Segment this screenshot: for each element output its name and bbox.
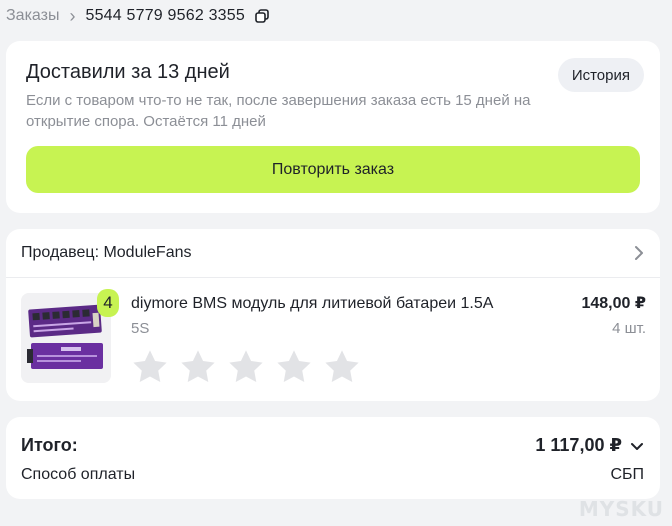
star-icon[interactable] <box>179 348 217 386</box>
product-variant: 5S <box>131 320 150 337</box>
chevron-down-icon[interactable] <box>630 439 644 457</box>
delivery-card: Доставили за 13 дней Если с товаром что-… <box>6 41 660 213</box>
history-button[interactable]: История <box>557 58 644 92</box>
seller-name: Продавец: ModuleFans <box>21 244 192 261</box>
total-value[interactable]: 1 117,00 ₽ <box>535 435 622 456</box>
repeat-order-button[interactable]: Повторить заказ <box>26 146 640 193</box>
copy-icon[interactable] <box>255 9 269 23</box>
quantity-badge: 4 <box>97 289 119 317</box>
chevron-right-icon: › <box>69 6 76 26</box>
order-number: 5544 5779 9562 3355 <box>85 7 245 24</box>
star-icon[interactable] <box>275 348 313 386</box>
total-label: Итого: <box>21 435 78 455</box>
breadcrumb: Заказы › 5544 5779 9562 3355 <box>6 5 269 27</box>
payment-method-value: СБП <box>610 466 644 483</box>
product-quantity: 4 шт. <box>612 320 646 337</box>
seller-row[interactable]: Продавец: ModuleFans <box>6 229 660 278</box>
star-icon[interactable] <box>131 348 169 386</box>
delivery-title: Доставили за 13 дней <box>26 61 230 83</box>
product-price: 148,00 ₽ <box>581 295 646 312</box>
watermark: MYSKU <box>578 497 664 521</box>
chevron-right-icon <box>634 245 644 266</box>
breadcrumb-orders-link[interactable]: Заказы <box>6 7 59 25</box>
star-icon[interactable] <box>323 348 361 386</box>
product-name[interactable]: diymore BMS модуль для литиевой батареи … <box>131 295 493 313</box>
total-card: Итого: 1 117,00 ₽ Способ оплаты СБП <box>6 417 660 499</box>
dispute-note: Если с товаром что-то не так, после заве… <box>26 92 531 130</box>
star-icon[interactable] <box>227 348 265 386</box>
rating-stars <box>131 348 361 386</box>
payment-method-label: Способ оплаты <box>21 466 136 483</box>
seller-card: Продавец: ModuleFans 4 diymore BMS модул… <box>6 229 660 401</box>
